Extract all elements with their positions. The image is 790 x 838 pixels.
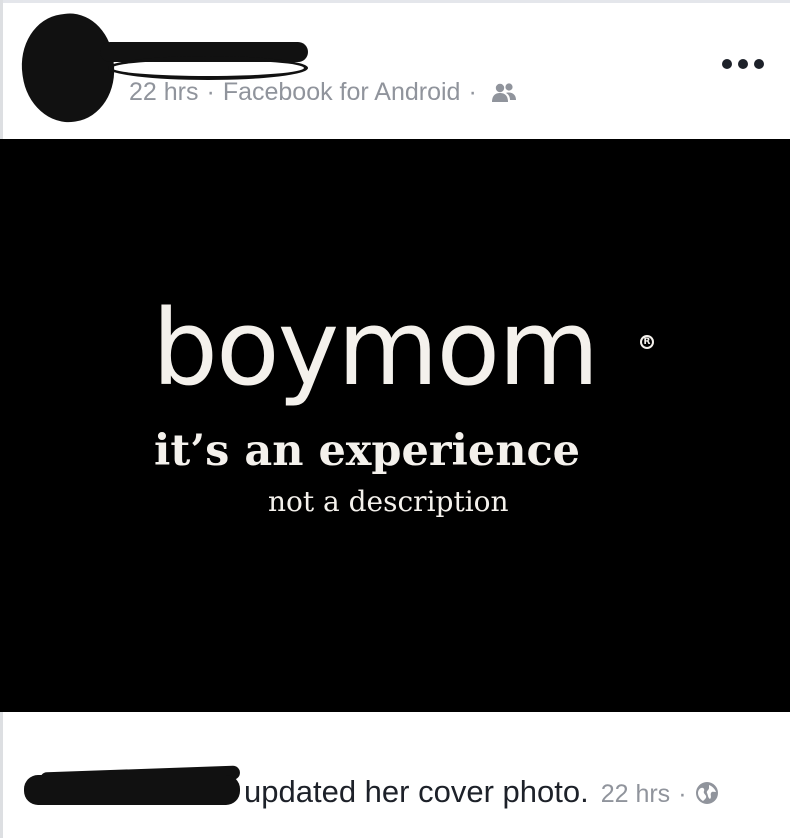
dot bbox=[754, 59, 764, 69]
globe-icon[interactable] bbox=[695, 781, 719, 805]
meta-separator: · bbox=[678, 780, 687, 808]
friends-icon[interactable] bbox=[491, 82, 517, 104]
more-options-icon[interactable] bbox=[722, 54, 764, 74]
top-border bbox=[0, 0, 790, 3]
registered-mark-icon: R bbox=[640, 335, 654, 349]
post-source: Facebook for Android bbox=[222, 78, 461, 106]
story-line: updated her cover photo. 22 hrs · bbox=[244, 774, 719, 810]
post-meta: 22 hrs · Facebook for Android · bbox=[129, 78, 517, 107]
dot bbox=[722, 59, 732, 69]
photo-brand-text: boymom bbox=[152, 287, 599, 409]
story-time[interactable]: 22 hrs bbox=[601, 780, 670, 808]
meta-separator: · bbox=[206, 78, 215, 106]
meta-separator: · bbox=[468, 78, 477, 106]
photo-subtagline: not a description bbox=[268, 485, 509, 518]
redaction-scribble bbox=[108, 56, 308, 80]
avatar-redacted[interactable] bbox=[14, 8, 122, 128]
story-author-redacted[interactable] bbox=[24, 775, 240, 805]
story-action: updated her cover photo. bbox=[244, 774, 589, 809]
story-meta: 22 hrs · bbox=[601, 780, 719, 809]
post-time[interactable]: 22 hrs bbox=[129, 78, 198, 107]
dot bbox=[738, 59, 748, 69]
photo-tagline: it’s an experience bbox=[154, 426, 581, 476]
